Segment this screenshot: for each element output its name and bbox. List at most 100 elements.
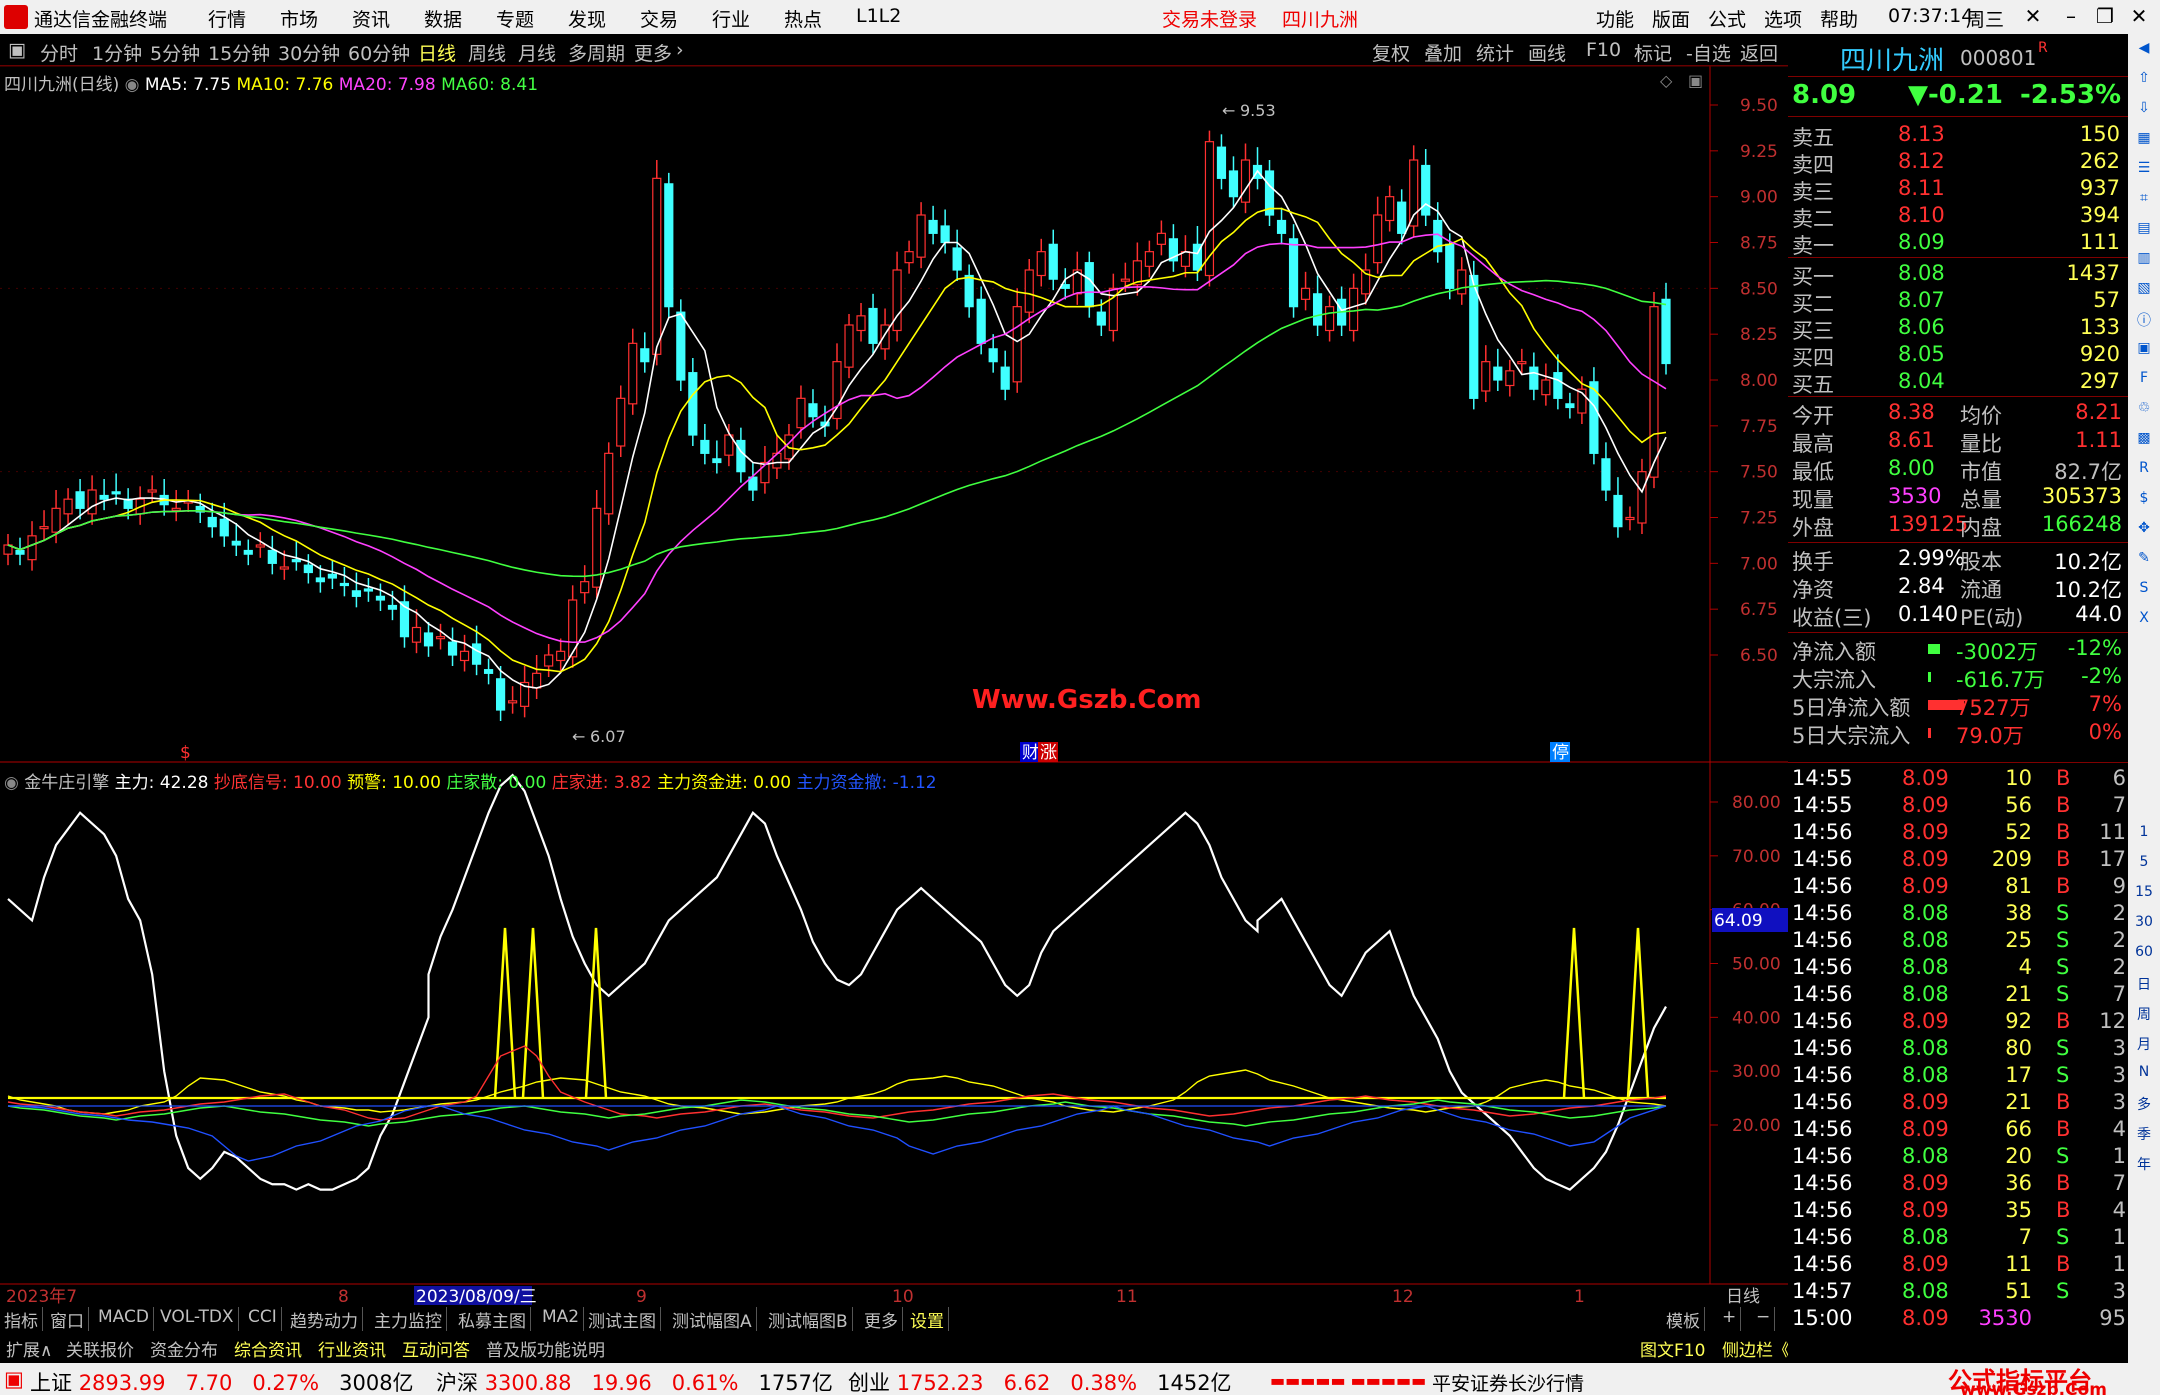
menu-shichang[interactable]: 市场 [280,5,318,32]
restore-icon[interactable]: ❐ [2090,4,2120,30]
menu-bangzhu[interactable]: 帮助 [1820,5,1858,32]
news-icon[interactable]: ▧ [2132,280,2156,302]
menu-redian[interactable]: 热点 [784,5,822,32]
tab-macd[interactable]: MACD [94,1307,154,1331]
link-zonghe[interactable]: 综合资讯 [234,1336,302,1361]
menu-zixun[interactable]: 资讯 [352,5,390,32]
rsi-icon[interactable]: R [2132,460,2156,482]
index-hushen[interactable]: 沪深 3300.88 19.96 0.61% 1757亿 [436,1367,833,1395]
move-icon[interactable]: ✥ [2132,520,2156,542]
period-weekly[interactable]: 周线 [468,39,506,66]
menu-faxian[interactable]: 发现 [568,5,606,32]
period-more[interactable]: 更多 [634,39,672,66]
grid-icon[interactable]: ▦ [2132,130,2156,152]
link-expand[interactable]: 扩展∧ [6,1336,52,1361]
menu-hangqing[interactable]: 行情 [208,5,246,32]
indicator-settings-icon[interactable]: ◉ [4,773,19,793]
tab-ma2[interactable]: MA2 [538,1307,585,1331]
link-hudong[interactable]: 互动问答 [402,1336,470,1361]
close-window-icon[interactable]: ✕ [2124,4,2154,30]
minimize-icon[interactable]: – [2056,4,2086,30]
period-daily[interactable]: 日线 [418,39,456,66]
link-sidebar[interactable]: 侧边栏《 [1722,1336,1790,1361]
kline-chart[interactable]: 9.50 9.25 9.00 8.75 8.50 8.25 8.00 7.75 7.50 7.25… [0,66,1788,1305]
menu-hangye[interactable]: 行业 [712,5,750,32]
period-shortcut[interactable]: N [2132,1064,2156,1086]
period-60min[interactable]: 60分钟 [348,39,410,66]
close-icon[interactable]: ✕ [2018,4,2048,30]
dollar-icon[interactable]: $ [2132,490,2156,512]
menu-shuju[interactable]: 数据 [424,5,462,32]
arrow-up-icon[interactable]: ◀ [2132,40,2156,62]
ma-settings-icon[interactable]: ◉ [125,75,140,95]
period-fenshi[interactable]: 分时 [40,39,78,66]
tab-vol[interactable]: VOL-TDX [156,1307,239,1331]
menu-jiaoyi[interactable]: 交易 [640,5,678,32]
link-f10[interactable]: 图文F10 [1640,1336,1705,1361]
panel-toggle-icon[interactable]: ▣ [8,39,26,61]
index-shangzheng[interactable]: 上证 2893.99 7.70 0.27% 3008亿 [30,1367,414,1395]
tab-cci[interactable]: CCI [244,1307,282,1331]
excel-icon[interactable]: X [2132,610,2156,632]
period-shortcut[interactable]: 60 [2132,944,2156,966]
login-status[interactable]: 交易未登录 [1162,5,1257,32]
link-help[interactable]: 普及版功能说明 [486,1336,605,1361]
index-chuangye[interactable]: 创业 1752.23 6.62 0.38% 1452亿 [848,1367,1232,1395]
tab-ceshizhutu[interactable]: 测试主图 [584,1307,661,1332]
link-zijin[interactable]: 资金分布 [150,1336,218,1361]
btn-f10[interactable]: F10 [1586,39,1621,61]
period-shortcut[interactable]: 月 [2132,1034,2156,1056]
period-5min[interactable]: 5分钟 [150,39,200,66]
menu-xuanxiang[interactable]: 选项 [1764,5,1802,32]
chevron-right-icon[interactable]: › [676,39,684,61]
arrow-down-icon[interactable]: ⇩ [2132,100,2156,122]
btn-biaoji[interactable]: 标记 [1634,39,1672,66]
table-icon[interactable]: ▥ [2132,250,2156,272]
list-icon[interactable]: ☰ [2132,160,2156,182]
chart-icon[interactable]: ⌗ [2132,190,2156,212]
period-shortcut[interactable]: 日 [2132,974,2156,996]
period-shortcut[interactable]: 多 [2132,1094,2156,1116]
btn-huaxian[interactable]: 画线 [1528,39,1566,66]
period-shortcut[interactable]: 15 [2132,884,2156,906]
fs-icon[interactable]: S [2132,580,2156,602]
period-shortcut[interactable]: 周 [2132,1004,2156,1026]
btn-zixuan[interactable]: -自选 [1686,39,1731,66]
btn-diejia[interactable]: 叠加 [1424,39,1462,66]
info-icon[interactable]: ⓘ [2132,310,2156,332]
minus-icon[interactable]: − [1752,1307,1776,1331]
tab-chuangkou[interactable]: 窗口 [46,1307,89,1332]
pen-icon[interactable]: ✎ [2132,550,2156,572]
btn-fanhui[interactable]: 返回 [1740,39,1778,66]
tab-ceshifub[interactable]: 测试幅图B [764,1307,853,1332]
btn-fuquan[interactable]: 复权 [1372,39,1410,66]
menu-zhuanti[interactable]: 专题 [496,5,534,32]
alarm-icon[interactable]: ♲ [2132,400,2156,422]
tab-zhibiao[interactable]: 指标 [0,1307,43,1332]
box-icon[interactable]: ▣ [2132,340,2156,362]
f10-icon[interactable]: F [2132,370,2156,392]
add-icon[interactable]: + [1718,1307,1742,1331]
tab-zhulijiankong[interactable]: 主力监控 [370,1307,447,1332]
tab-simu[interactable]: 私募主图 [454,1307,531,1332]
menu-gongneng[interactable]: 功能 [1596,5,1634,32]
period-shortcut[interactable]: 1 [2132,824,2156,846]
period-shortcut[interactable]: 5 [2132,854,2156,876]
link-guanlian[interactable]: 关联报价 [66,1336,134,1361]
period-15min[interactable]: 15分钟 [208,39,270,66]
period-30min[interactable]: 30分钟 [278,39,340,66]
tab-ceshifua[interactable]: 测试幅图A [668,1307,757,1332]
period-1min[interactable]: 1分钟 [92,39,142,66]
calc-icon[interactable]: ▩ [2132,430,2156,452]
period-shortcut[interactable]: 30 [2132,914,2156,936]
btn-tongji[interactable]: 统计 [1476,39,1514,66]
tab-qushi[interactable]: 趋势动力 [286,1307,363,1332]
period-monthly[interactable]: 月线 [518,39,556,66]
period-shortcut[interactable]: 年 [2132,1154,2156,1176]
menu-l1l2[interactable]: L1L2 [856,5,901,27]
tab-template[interactable]: 模板 [1662,1307,1705,1332]
link-hangye[interactable]: 行业资讯 [318,1336,386,1361]
bars-icon[interactable]: ▤ [2132,220,2156,242]
tab-more[interactable]: 更多 [860,1307,903,1332]
indicator-name[interactable]: 金牛庄引擎 [24,773,109,793]
